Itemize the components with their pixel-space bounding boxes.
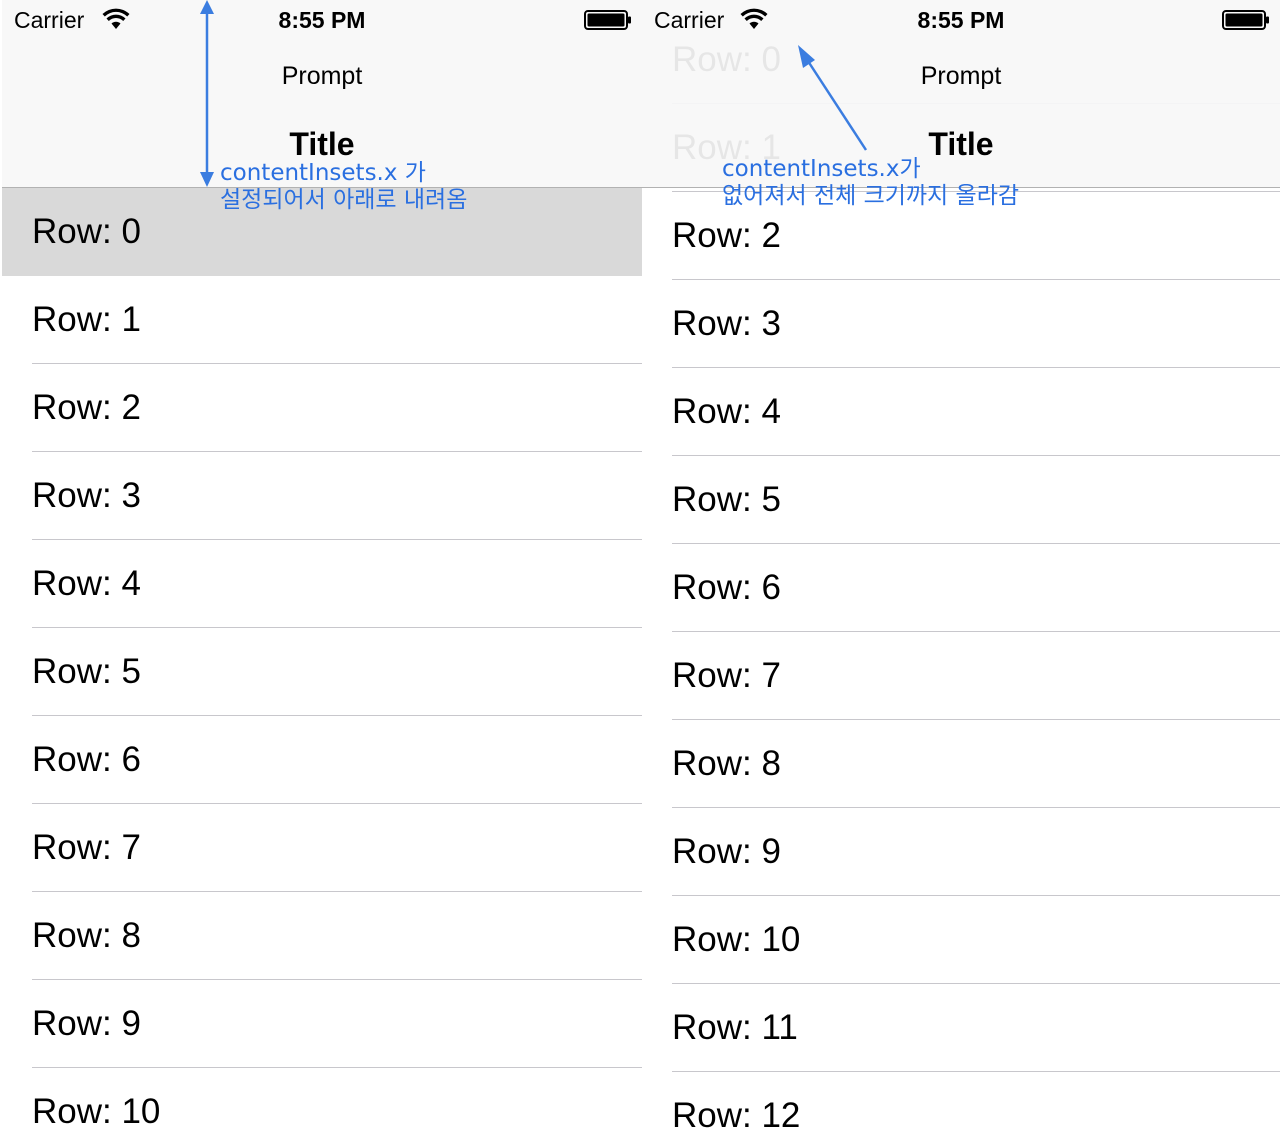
row-label: Row: 0	[32, 212, 141, 251]
table-row[interactable]: Row: 7	[2, 804, 642, 892]
status-time: 8:55 PM	[278, 7, 366, 33]
table-row[interactable]: Row: 10	[642, 896, 1280, 984]
row-label: Row: 8	[32, 916, 141, 955]
table-row[interactable]: Row: 4	[642, 368, 1280, 456]
nav-prompt: Prompt	[920, 62, 1002, 90]
status-bar: Carrier 8:55 PM	[2, 0, 642, 40]
row-label: Row: 6	[672, 568, 781, 607]
row-label: Row: 9	[672, 832, 781, 871]
table-row[interactable]: Row: 3	[642, 280, 1280, 368]
row-label: Row: 1	[32, 300, 141, 339]
table-row[interactable]: Row: 12	[642, 1072, 1280, 1136]
table-row[interactable]: Row: 10	[2, 1068, 642, 1136]
table-row[interactable]: Row: 9	[2, 980, 642, 1068]
table-row[interactable]: Row: 6	[642, 544, 1280, 632]
row-label: Row: 3	[32, 476, 141, 515]
status-bar: Carrier 8:55 PM	[642, 0, 1280, 40]
row-label: Row: 2	[32, 388, 141, 427]
battery-icon	[1222, 10, 1269, 30]
table-row[interactable]: Row: 11	[642, 984, 1280, 1072]
row-label: Row: 7	[672, 656, 781, 695]
table-row[interactable]: Row: 5	[2, 628, 642, 716]
table-row[interactable]: Row: 8	[2, 892, 642, 980]
row-label: Row: 10	[32, 1092, 161, 1131]
table-row[interactable]: Row: 1	[2, 276, 642, 364]
row-label: Row: 6	[32, 740, 141, 779]
row-label: Row: 5	[672, 480, 781, 519]
row-label: Row: 8	[672, 744, 781, 783]
table-row[interactable]: Row: 5	[642, 456, 1280, 544]
table-row[interactable]: Row: 6	[2, 716, 642, 804]
annotation-line: contentInsets.x 가	[220, 160, 426, 186]
annotation-line: contentInsets.x가	[722, 156, 921, 182]
row-label: Row: 11	[672, 1008, 798, 1047]
row-label: Row: 12	[672, 1096, 801, 1135]
nav-prompt: Prompt	[281, 62, 363, 90]
table-row[interactable]: Row: 2	[2, 364, 642, 452]
table-row[interactable]: Row: 3	[2, 452, 642, 540]
row-label: Row: 4	[32, 564, 141, 603]
battery-icon	[584, 10, 631, 30]
annotation-line: 설정되어서 아래로 내려옴	[220, 187, 468, 213]
row-label: Row: 3	[672, 304, 781, 343]
annotation-line: 없어져서 전체 크기까지 올라감	[722, 183, 1020, 209]
table-row[interactable]: Row: 8	[642, 720, 1280, 808]
annotation-inset-removed: contentInsets.x가 없어져서 전체 크기까지 올라감	[722, 156, 1019, 210]
row-label: Row: 10	[672, 920, 801, 959]
comparison-screenshot: Row: 0 Row: 1 Row: 2 Row: 3 Row: 4 Row: 5 Row:…	[0, 0, 1280, 1136]
row-label: Row: 9	[32, 1004, 141, 1043]
status-time: 8:55 PM	[917, 7, 1005, 33]
row-label: Row: 5	[32, 652, 141, 691]
row-label: Row: 7	[32, 828, 141, 867]
row-label: Row: 4	[672, 392, 781, 431]
table-row[interactable]: Row: 7	[642, 632, 1280, 720]
table-view[interactable]: Row: 0 Row: 1 Row: 2 Row: 3 Row: 4 Row: 5 Row:…	[2, 188, 642, 1136]
table-row[interactable]: Row: 4	[2, 540, 642, 628]
annotation-inset-set: contentInsets.x 가 설정되어서 아래로 내려옴	[220, 160, 467, 214]
nav-title: Title	[289, 126, 355, 162]
table-row[interactable]: Row: 9	[642, 808, 1280, 896]
